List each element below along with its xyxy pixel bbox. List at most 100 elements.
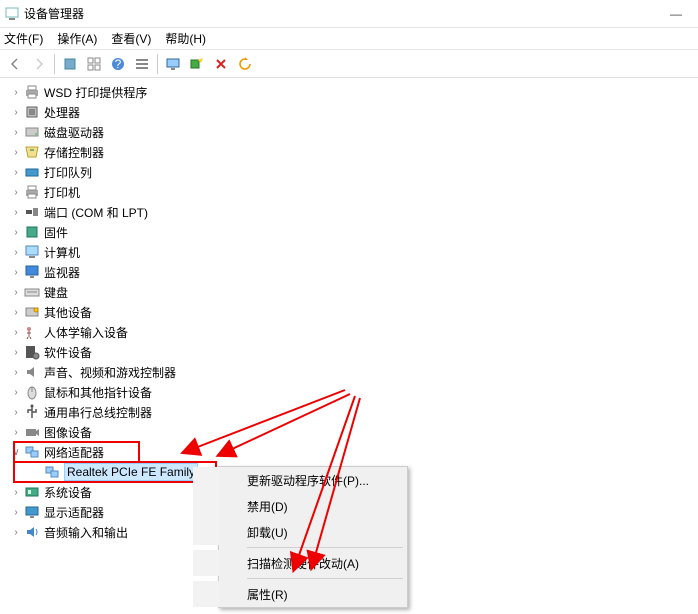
- tree-node-label: 软件设备: [44, 344, 92, 361]
- tree-node[interactable]: › 打印队列: [4, 162, 698, 182]
- expand-icon[interactable]: ›: [9, 245, 23, 259]
- network-adapter-icon: [44, 464, 60, 480]
- ctx-properties[interactable]: 属性(R): [193, 581, 407, 607]
- device-category-icon: [24, 364, 40, 380]
- collapse-icon[interactable]: ∨: [9, 445, 23, 459]
- tree-node[interactable]: › 端口 (COM 和 LPT): [4, 202, 698, 222]
- ctx-scan[interactable]: 扫描检测硬件改动(A): [193, 550, 407, 576]
- tree-node-label: WSD 打印提供程序: [44, 84, 147, 101]
- tree-node-label: 处理器: [44, 104, 80, 121]
- tree-node-label: 系统设备: [44, 484, 92, 501]
- expand-icon[interactable]: ›: [9, 165, 23, 179]
- ctx-separator: [247, 578, 403, 579]
- expand-icon[interactable]: ›: [9, 85, 23, 99]
- tree-node[interactable]: › 软件设备: [4, 342, 698, 362]
- expand-icon[interactable]: ›: [9, 345, 23, 359]
- device-category-icon: [24, 124, 40, 140]
- tree-node[interactable]: › 其他设备: [4, 302, 698, 322]
- tree-node-label: 其他设备: [44, 304, 92, 321]
- scan-icon[interactable]: [186, 53, 208, 75]
- device-category-icon: [24, 244, 40, 260]
- expand-icon[interactable]: ›: [9, 365, 23, 379]
- tree-node[interactable]: › 存储控制器: [4, 142, 698, 162]
- menu-view[interactable]: 查看(V): [111, 30, 151, 47]
- device-category-icon: [24, 144, 40, 160]
- device-category-icon: [24, 224, 40, 240]
- device-category-icon: [24, 264, 40, 280]
- expand-icon[interactable]: ›: [9, 205, 23, 219]
- tree-node-label: 显示适配器: [44, 504, 104, 521]
- tree-node[interactable]: › 鼠标和其他指针设备: [4, 382, 698, 402]
- tree-node-label: 端口 (COM 和 LPT): [44, 204, 148, 221]
- tree-node[interactable]: › 处理器: [4, 102, 698, 122]
- tree-node-label: 打印队列: [44, 164, 92, 181]
- db-icon[interactable]: [59, 53, 81, 75]
- tree-node[interactable]: › 键盘: [4, 282, 698, 302]
- minimize-button[interactable]: —: [658, 0, 694, 28]
- tree-node-label: 鼠标和其他指针设备: [44, 384, 152, 401]
- tree-node[interactable]: ›磁盘驱动器: [4, 122, 698, 142]
- app-icon: [4, 6, 20, 22]
- monitor-icon[interactable]: [162, 53, 184, 75]
- device-category-icon: [24, 324, 40, 340]
- menu-file[interactable]: 文件(F): [4, 30, 43, 47]
- tree-node[interactable]: › 打印机: [4, 182, 698, 202]
- grid-icon[interactable]: [83, 53, 105, 75]
- list-icon[interactable]: [131, 53, 153, 75]
- tree-node-label: 键盘: [44, 284, 68, 301]
- expand-icon[interactable]: ›: [9, 505, 23, 519]
- device-category-icon: [24, 484, 40, 500]
- refresh-icon[interactable]: [234, 53, 256, 75]
- tree-node[interactable]: ›人体学输入设备: [4, 322, 698, 342]
- expand-icon[interactable]: ›: [9, 485, 23, 499]
- ctx-disable[interactable]: 禁用(D): [193, 493, 407, 519]
- tree-node[interactable]: ›监视器: [4, 262, 698, 282]
- tree-node[interactable]: ›固件: [4, 222, 698, 242]
- expand-icon[interactable]: ›: [9, 405, 23, 419]
- expand-icon[interactable]: ›: [9, 525, 23, 539]
- device-category-icon: [24, 164, 40, 180]
- tree-node-label: 计算机: [44, 244, 80, 261]
- tree-node[interactable]: › 声音、视频和游戏控制器: [4, 362, 698, 382]
- ctx-uninstall[interactable]: 卸载(U): [193, 519, 407, 545]
- tree-node[interactable]: ∨ 网络适配器: [4, 442, 698, 462]
- menu-help[interactable]: 帮助(H): [165, 30, 206, 47]
- device-category-icon: [24, 384, 40, 400]
- expand-icon[interactable]: ›: [9, 305, 23, 319]
- device-category-icon: [24, 204, 40, 220]
- help-icon[interactable]: ?: [107, 53, 129, 75]
- expand-icon[interactable]: ›: [9, 125, 23, 139]
- tree-node[interactable]: ›通用串行总线控制器: [4, 402, 698, 422]
- expand-icon[interactable]: ›: [9, 145, 23, 159]
- tree-node-label: 网络适配器: [44, 444, 104, 461]
- expand-icon[interactable]: ›: [9, 185, 23, 199]
- ctx-update-driver[interactable]: 更新驱动程序软件(P)...: [193, 467, 407, 493]
- expand-icon[interactable]: ›: [9, 265, 23, 279]
- tree-node[interactable]: ›图像设备: [4, 422, 698, 442]
- device-category-icon: [24, 104, 40, 120]
- expand-icon[interactable]: ›: [9, 325, 23, 339]
- device-category-icon: [24, 424, 40, 440]
- device-category-icon: [24, 344, 40, 360]
- device-category-icon: [24, 284, 40, 300]
- tree-node-label: 音频输入和输出: [44, 524, 128, 541]
- tree-node[interactable]: › WSD 打印提供程序: [4, 82, 698, 102]
- expand-icon[interactable]: ›: [9, 105, 23, 119]
- expand-icon[interactable]: ›: [9, 385, 23, 399]
- svg-text:?: ?: [115, 57, 122, 71]
- tree-node-label-selected: Realtek PCIe FE Family: [64, 463, 198, 481]
- title-bar: 设备管理器 —: [0, 0, 698, 28]
- tree-node-label: 存储控制器: [44, 144, 104, 161]
- forward-button[interactable]: [28, 53, 50, 75]
- tree-node[interactable]: › 计算机: [4, 242, 698, 262]
- expand-icon[interactable]: ›: [9, 425, 23, 439]
- tree-node-label: 打印机: [44, 184, 80, 201]
- expand-icon[interactable]: ›: [9, 225, 23, 239]
- device-category-icon: [24, 304, 40, 320]
- tree-node-label: 声音、视频和游戏控制器: [44, 364, 176, 381]
- back-button[interactable]: [4, 53, 26, 75]
- expand-icon[interactable]: ›: [9, 285, 23, 299]
- remove-icon[interactable]: [210, 53, 232, 75]
- menu-action[interactable]: 操作(A): [57, 30, 97, 47]
- device-category-icon: [24, 184, 40, 200]
